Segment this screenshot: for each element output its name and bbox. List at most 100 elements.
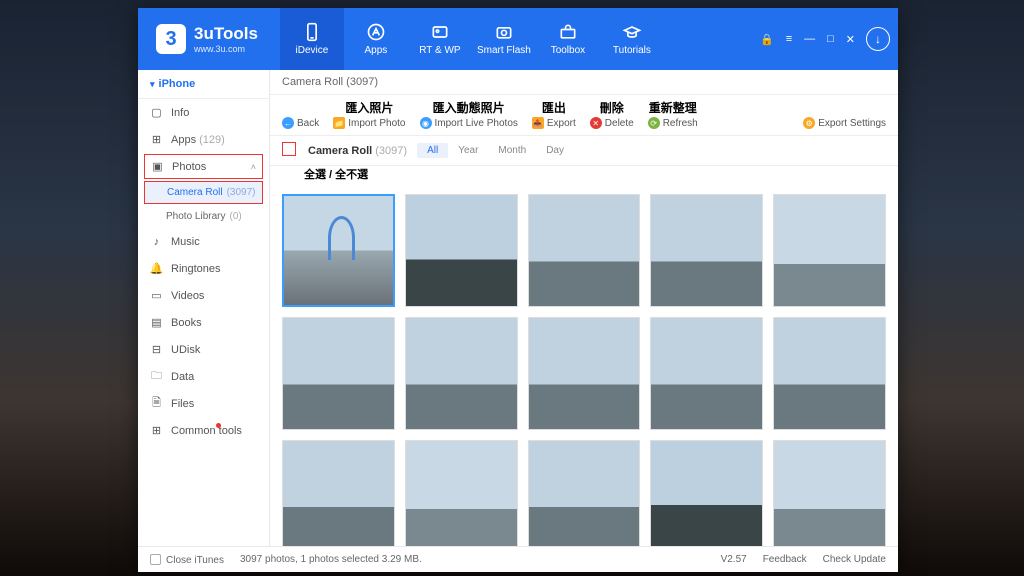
photo-thumbnail[interactable] xyxy=(405,194,518,307)
photo-thumbnail[interactable] xyxy=(282,317,395,430)
sidebar-item-videos[interactable]: ▭Videos xyxy=(138,282,269,309)
lock-icon[interactable]: 🔒 xyxy=(757,31,777,48)
filter-all[interactable]: All xyxy=(417,143,448,158)
album-label: Camera Roll xyxy=(308,145,372,157)
delete-icon: ✕ xyxy=(590,117,602,129)
photo-thumbnail[interactable] xyxy=(528,317,641,430)
sidebar-sub-camera-roll[interactable]: Camera Roll(3097) xyxy=(144,181,263,204)
sidebar-item-files[interactable]: 🗎Files xyxy=(138,390,269,417)
sidebar-item-udisk[interactable]: ⊟UDisk xyxy=(138,336,269,363)
nav-idevice[interactable]: iDevice xyxy=(280,8,344,70)
nav-tutorials[interactable]: Tutorials xyxy=(600,8,664,70)
sidebar-item-label: Common tools xyxy=(171,425,242,437)
sidebar-sub-photo-library[interactable]: Photo Library(0) xyxy=(138,205,269,228)
feedback-link[interactable]: Feedback xyxy=(763,554,807,565)
import-live-button[interactable]: 匯入動態照片 ◉Import Live Photos xyxy=(420,99,518,129)
nav-toolbox[interactable]: Toolbox xyxy=(536,8,600,70)
arrow-left-icon: ← xyxy=(282,117,294,129)
logo-block: 3 3uTools www.3u.com xyxy=(138,24,276,54)
nav-smartflash[interactable]: Smart Flash xyxy=(472,8,536,70)
photo-thumbnail[interactable] xyxy=(405,440,518,546)
photo-thumbnail[interactable] xyxy=(773,440,886,546)
photo-thumbnail[interactable] xyxy=(650,317,763,430)
graduation-icon xyxy=(622,22,642,42)
file-icon: 🗎 xyxy=(150,397,163,410)
nav-idevice-label: iDevice xyxy=(296,45,329,56)
photo-thumbnail[interactable] xyxy=(650,440,763,546)
album-count: (3097) xyxy=(375,145,407,157)
select-all-checkbox[interactable] xyxy=(282,142,298,159)
tool-label: Delete xyxy=(605,118,634,129)
close-itunes-toggle[interactable]: Close iTunes xyxy=(150,554,224,566)
sidebar-item-music[interactable]: ♪Music xyxy=(138,228,269,255)
wallpaper-icon xyxy=(430,22,450,42)
sidebar-header[interactable]: iPhone xyxy=(138,70,269,99)
filter-year[interactable]: Year xyxy=(448,143,488,158)
sidebar-item-label: Info xyxy=(171,107,189,119)
gear-icon: ⚙ xyxy=(803,117,815,129)
tool-label-cn: 匯入照片 xyxy=(345,99,393,116)
nav-tabs: iDevice Apps RT & WP Smart Flash Toolbox… xyxy=(280,8,664,70)
tool-label: Import Photo xyxy=(348,118,405,129)
back-button[interactable]: ←Back xyxy=(282,102,319,129)
download-button[interactable]: ↓ xyxy=(866,27,890,51)
tool-label-cn: 匯入動態照片 xyxy=(433,99,505,116)
export-settings-button[interactable]: ⚙Export Settings xyxy=(803,102,886,129)
maximize-icon[interactable]: □ xyxy=(824,31,837,48)
title-right: 🔒 ≡ — □ ✕ ↓ xyxy=(757,27,898,51)
tool-label: Export xyxy=(547,118,576,129)
photo-thumbnail[interactable] xyxy=(282,440,395,546)
refresh-icon: ⟳ xyxy=(648,117,660,129)
import-icon: 📁 xyxy=(333,117,345,129)
photo-thumbnail[interactable] xyxy=(528,440,641,546)
sidebar-item-apps[interactable]: ⊞Apps (129) xyxy=(138,126,269,153)
photo-thumbnail[interactable] xyxy=(528,194,641,307)
toolbox-icon xyxy=(558,22,578,42)
sidebar-sub-label: Camera Roll xyxy=(167,187,223,198)
filter-month[interactable]: Month xyxy=(488,143,536,158)
sidebar-item-data[interactable]: 🗀Data xyxy=(138,363,269,390)
import-photo-button[interactable]: 匯入照片 📁Import Photo xyxy=(333,99,405,129)
photo-thumbnail[interactable] xyxy=(405,317,518,430)
sidebar-item-ringtones[interactable]: 🔔Ringtones xyxy=(138,255,269,282)
delete-button[interactable]: 刪除 ✕Delete xyxy=(590,99,634,129)
titlebar: 3 3uTools www.3u.com iDevice Apps RT & W… xyxy=(138,8,898,70)
filter-day[interactable]: Day xyxy=(536,143,574,158)
sidebar-item-common-tools[interactable]: ⊞ Common tools xyxy=(138,417,269,444)
phone-icon xyxy=(302,22,322,42)
time-filter: All Year Month Day xyxy=(417,143,574,158)
export-button[interactable]: 匯出 📤Export xyxy=(532,99,576,129)
close-icon[interactable]: ✕ xyxy=(843,31,858,48)
close-itunes-label: Close iTunes xyxy=(166,555,224,566)
nav-apps[interactable]: Apps xyxy=(344,8,408,70)
photo-grid xyxy=(270,186,898,546)
chevron-up-icon: ˄ xyxy=(251,162,256,172)
nav-smartflash-label: Smart Flash xyxy=(477,45,531,56)
minimize-icon[interactable]: — xyxy=(801,31,818,48)
sidebar-item-books[interactable]: ▤Books xyxy=(138,309,269,336)
photo-thumbnail[interactable] xyxy=(282,194,395,307)
sidebar-item-label: Books xyxy=(171,317,202,329)
sidebar-item-info[interactable]: ▢ Info xyxy=(138,99,269,126)
grid4-icon: ⊞ xyxy=(150,424,163,437)
camera-icon xyxy=(494,22,514,42)
video-icon: ▭ xyxy=(150,289,163,302)
sidebar-item-photos[interactable]: ▣Photos˄ xyxy=(144,154,263,179)
sidebar-item-label: Photos xyxy=(172,161,206,173)
filter-row: Camera Roll (3097) All Year Month Day xyxy=(270,136,898,166)
status-bar: Close iTunes 3097 photos, 1 photos selec… xyxy=(138,546,898,572)
info-icon: ▢ xyxy=(150,106,163,119)
tool-label-cn: 重新整理 xyxy=(649,99,697,116)
menu-icon[interactable]: ≡ xyxy=(783,31,795,48)
photo-thumbnail[interactable] xyxy=(773,317,886,430)
sidebar-item-label: UDisk xyxy=(171,344,200,356)
tool-label: Import Live Photos xyxy=(435,118,518,129)
check-update-link[interactable]: Check Update xyxy=(823,554,886,565)
photo-thumbnail[interactable] xyxy=(650,194,763,307)
sidebar-item-label: Music xyxy=(171,236,200,248)
refresh-button[interactable]: 重新整理 ⟳Refresh xyxy=(648,99,698,129)
toolbar: ←Back 匯入照片 📁Import Photo 匯入動態照片 ◉Import … xyxy=(270,95,898,136)
tool-label-cn: 刪除 xyxy=(600,99,624,116)
photo-thumbnail[interactable] xyxy=(773,194,886,307)
nav-rtwp[interactable]: RT & WP xyxy=(408,8,472,70)
